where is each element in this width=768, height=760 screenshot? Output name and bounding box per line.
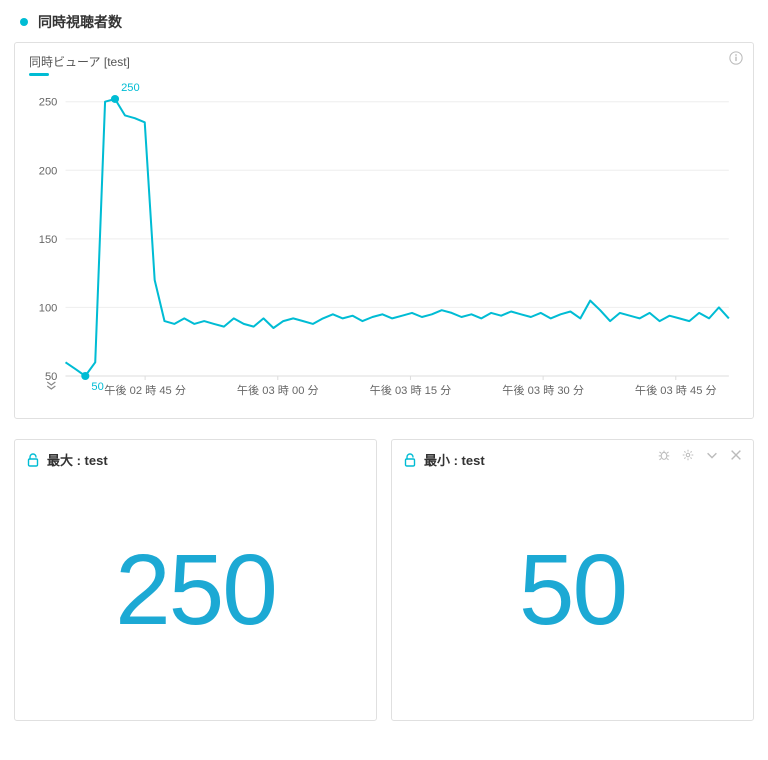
lock-open-icon — [27, 453, 39, 467]
lock-open-icon — [404, 453, 416, 467]
panel-title: 同時視聴者数 — [14, 12, 754, 32]
info-icon[interactable] — [729, 51, 743, 65]
stat-value-min: 50 — [519, 540, 626, 640]
svg-text:50: 50 — [45, 371, 57, 383]
stat-controls — [657, 448, 743, 462]
svg-text:午後 03 時 15 分: 午後 03 時 15 分 — [370, 383, 452, 397]
stat-title-min: 最小 : test — [424, 450, 485, 469]
series-dot-icon — [20, 18, 28, 26]
stat-card-min: 最小 : test 50 — [391, 439, 754, 721]
chevron-down-icon[interactable] — [705, 448, 719, 462]
svg-text:50: 50 — [91, 381, 103, 393]
legend-label: 同時ビューア [test] — [29, 55, 130, 69]
stat-value-max: 250 — [115, 540, 276, 640]
stats-row: 最大 : test 250 最小 : test — [14, 439, 754, 721]
chart-card: 同時ビューア [test] 50 100 150 200 250 午後 02 時 45 分… — [14, 42, 754, 419]
svg-text:午後 03 時 45 分: 午後 03 時 45 分 — [635, 383, 717, 397]
panel-title-text: 同時視聴者数 — [38, 12, 122, 32]
chart-plot-area: 50 100 150 200 250 午後 02 時 45 分 午後 03 時 00 分 午後… — [29, 80, 739, 410]
svg-text:午後 02 時 45 分: 午後 02 時 45 分 — [104, 383, 186, 397]
stat-body-max: 250 — [15, 479, 376, 720]
svg-text:200: 200 — [39, 165, 58, 177]
svg-text:250: 250 — [121, 82, 140, 94]
svg-text:午後 03 時 00 分: 午後 03 時 00 分 — [237, 383, 319, 397]
legend-swatch-icon — [29, 73, 49, 76]
svg-text:150: 150 — [39, 234, 58, 246]
close-icon[interactable] — [729, 448, 743, 462]
stat-card-max: 最大 : test 250 — [14, 439, 377, 721]
stat-body-min: 50 — [392, 479, 753, 720]
svg-text:100: 100 — [39, 302, 58, 314]
chart-svg: 50 100 150 200 250 午後 02 時 45 分 午後 03 時 00 分 午後… — [29, 80, 739, 410]
svg-text:午後 03 時 30 分: 午後 03 時 30 分 — [502, 383, 584, 397]
stat-title-max: 最大 : test — [47, 450, 108, 469]
gear-icon[interactable] — [681, 448, 695, 462]
stat-head-max: 最大 : test — [15, 440, 376, 479]
chart-legend: 同時ビューア [test] — [29, 53, 739, 76]
svg-text:250: 250 — [39, 97, 58, 109]
bug-icon[interactable] — [657, 448, 671, 462]
